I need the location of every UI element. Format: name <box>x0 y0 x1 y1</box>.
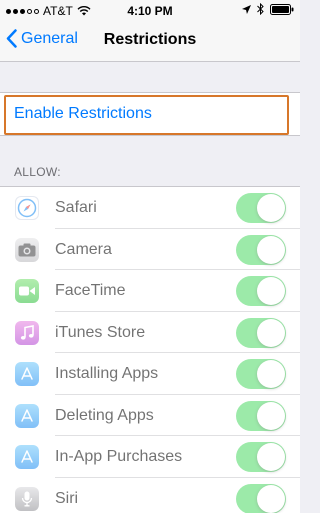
list-item-label: Camera <box>55 240 112 258</box>
battery-icon <box>270 3 294 15</box>
navigation-bar: General Restrictions <box>0 20 300 62</box>
app-store-icon <box>15 403 39 428</box>
list-item-label: Siri <box>55 489 79 507</box>
deleting-apps-toggle[interactable] <box>236 400 286 431</box>
status-bar: AT&T 4:10 PM <box>0 0 300 20</box>
toggle-knob <box>257 443 285 471</box>
status-right <box>242 3 294 15</box>
camera-icon <box>15 237 39 262</box>
list-item-camera: Camera <box>0 229 300 270</box>
toggle-knob <box>257 484 285 513</box>
list-item-label: Deleting Apps <box>55 406 154 424</box>
toggle-knob <box>257 235 285 264</box>
list-item-siri: Siri <box>0 478 300 513</box>
list-item-deleting-apps: Deleting Apps <box>0 395 300 436</box>
toggle-knob <box>257 194 285 222</box>
toggle-knob <box>257 318 285 347</box>
list-item-label: iTunes Store <box>55 323 146 341</box>
safari-icon <box>15 196 39 220</box>
app-store-icon <box>15 362 39 386</box>
page-title: Restrictions <box>103 31 197 48</box>
toggle-knob <box>257 277 285 305</box>
allow-list: Safari Camera FaceTime iTunes Store Inst… <box>0 186 300 513</box>
list-item-installing-apps: Installing Apps <box>0 353 300 395</box>
bluetooth-icon <box>257 3 264 15</box>
list-item-label: FaceTime <box>55 282 126 299</box>
list-item-label: Installing Apps <box>55 365 159 382</box>
list-item-label: In-App Purchases <box>55 448 183 465</box>
list-item-safari: Safari <box>0 187 300 229</box>
facetime-icon <box>15 279 39 303</box>
safari-toggle[interactable] <box>236 193 286 223</box>
allow-section-header: ALLOW: <box>14 165 61 179</box>
itunes-store-icon <box>15 320 39 345</box>
installing-apps-toggle[interactable] <box>236 359 286 389</box>
app-store-icon <box>15 445 39 469</box>
toggle-knob <box>257 360 285 388</box>
siri-icon <box>15 486 39 511</box>
facetime-toggle[interactable] <box>236 276 286 306</box>
enable-restrictions-button[interactable]: Enable Restrictions <box>14 105 152 123</box>
siri-toggle[interactable] <box>236 483 286 513</box>
location-icon <box>242 4 251 14</box>
in-app-purchases-toggle[interactable] <box>236 442 286 472</box>
list-item-in-app-purchases: In-App Purchases <box>0 436 300 478</box>
itunes-store-toggle[interactable] <box>236 317 286 348</box>
list-item-label: Safari <box>55 199 97 216</box>
toggle-knob <box>257 401 285 430</box>
camera-toggle[interactable] <box>236 234 286 265</box>
list-item-itunes-store: iTunes Store <box>0 312 300 353</box>
list-item-facetime: FaceTime <box>0 270 300 312</box>
